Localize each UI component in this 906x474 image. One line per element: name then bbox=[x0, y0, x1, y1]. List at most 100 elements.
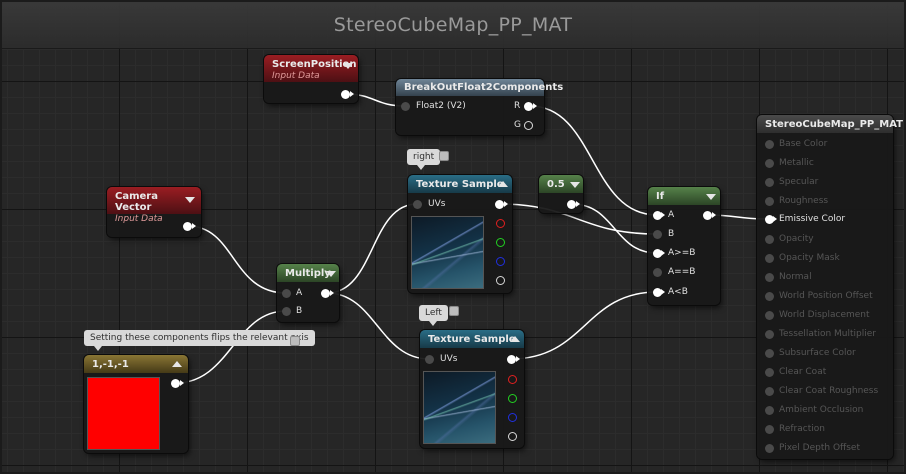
red-output-pin[interactable] bbox=[496, 219, 505, 228]
texture-right-comment-text: right bbox=[413, 152, 435, 162]
comment-pin-icon[interactable] bbox=[449, 306, 459, 316]
texture-preview-thumbnail bbox=[423, 371, 496, 444]
pixel-depth-offset-label: Pixel Depth Offset bbox=[779, 443, 860, 453]
color-preview-swatch bbox=[87, 377, 160, 450]
r-output-label: R bbox=[514, 101, 521, 111]
normal-pin[interactable] bbox=[765, 273, 774, 282]
texture-preview-thumbnail bbox=[411, 216, 484, 289]
refraction-pin[interactable] bbox=[765, 425, 774, 434]
if-node[interactable]: If A B A>=B A==B A<B bbox=[648, 187, 720, 305]
output-pin-arrow-icon bbox=[192, 223, 196, 229]
if-agteb-label: A>=B bbox=[668, 248, 696, 258]
texture-left-header[interactable]: Texture Sample bbox=[420, 330, 524, 348]
breakout-header[interactable]: BreakOutFloat2Components bbox=[396, 79, 563, 96]
roughness-pin[interactable] bbox=[765, 197, 774, 206]
collapse-arrow-icon[interactable] bbox=[570, 182, 580, 188]
constant3-node[interactable]: 1,-1,-1 bbox=[84, 355, 188, 453]
collapse-arrow-icon[interactable] bbox=[172, 361, 182, 367]
material-output-title: StereoCubeMap_PP_MAT bbox=[765, 119, 903, 130]
pin-arrow-icon bbox=[661, 289, 665, 295]
subsurface-color-pin[interactable] bbox=[765, 349, 774, 358]
rgb-output-pin[interactable] bbox=[495, 200, 504, 209]
r-output-pin[interactable] bbox=[524, 102, 533, 111]
green-output-pin[interactable] bbox=[496, 238, 505, 247]
specular-pin[interactable] bbox=[765, 178, 774, 187]
world-displacement-pin[interactable] bbox=[765, 311, 774, 320]
if-title: If bbox=[656, 191, 665, 202]
world-position-offset-label: World Position Offset bbox=[779, 291, 873, 301]
alpha-output-pin[interactable] bbox=[508, 432, 517, 441]
green-output-pin[interactable] bbox=[508, 394, 517, 403]
texture-right-comment[interactable]: right bbox=[407, 149, 441, 170]
wire-camera-multiply-a bbox=[187, 225, 287, 294]
collapse-arrow-icon[interactable] bbox=[185, 197, 195, 203]
if-b-input-pin[interactable] bbox=[653, 230, 662, 239]
g-output-pin[interactable] bbox=[524, 121, 533, 130]
output-pin-arrow-icon bbox=[712, 212, 716, 218]
base-color-pin[interactable] bbox=[765, 140, 774, 149]
blue-output-pin[interactable] bbox=[496, 257, 505, 266]
texture-sample-right-node[interactable]: Texture Sample UVs bbox=[408, 175, 512, 293]
collapse-arrow-icon[interactable] bbox=[498, 181, 508, 187]
output-pin[interactable] bbox=[703, 211, 712, 220]
wire-scalar-ifagteb bbox=[571, 203, 658, 254]
pin-arrow-icon bbox=[661, 212, 665, 218]
scalar-node[interactable]: 0.5 bbox=[539, 175, 583, 213]
float2-input-pin[interactable] bbox=[401, 102, 410, 111]
emissive-color-label: Emissive Color bbox=[779, 214, 846, 224]
metallic-pin[interactable] bbox=[765, 159, 774, 168]
b-input-pin[interactable] bbox=[282, 307, 291, 316]
collapse-arrow-icon[interactable] bbox=[510, 336, 520, 342]
red-output-pin[interactable] bbox=[508, 375, 517, 384]
a-input-label: A bbox=[296, 288, 303, 298]
constant-comment-bubble[interactable]: Setting these components flips the relev… bbox=[84, 330, 315, 351]
output-pin[interactable] bbox=[171, 379, 180, 388]
pixel-depth-offset-pin[interactable] bbox=[765, 444, 774, 453]
comment-pin-icon[interactable] bbox=[439, 151, 449, 161]
tessellation-multiplier-pin[interactable] bbox=[765, 330, 774, 339]
material-output-header[interactable]: StereoCubeMap_PP_MAT bbox=[757, 115, 903, 133]
if-a-label: A bbox=[668, 210, 675, 220]
output-pin[interactable] bbox=[567, 200, 576, 209]
alpha-output-pin[interactable] bbox=[496, 276, 505, 285]
if-aeqb-input-pin[interactable] bbox=[653, 268, 662, 277]
camera-vector-node[interactable]: Camera Vector Input Data bbox=[107, 187, 201, 237]
collapse-arrow-icon[interactable] bbox=[326, 271, 336, 277]
constant3-title: 1,-1,-1 bbox=[92, 359, 129, 370]
clear-coat-pin[interactable] bbox=[765, 368, 774, 377]
a-input-pin[interactable] bbox=[282, 289, 291, 298]
output-pin[interactable] bbox=[183, 222, 192, 231]
collapse-arrow-icon[interactable] bbox=[706, 194, 716, 200]
collapse-arrow-icon[interactable] bbox=[343, 63, 353, 69]
uvs-input-label: UVs bbox=[428, 199, 446, 209]
float2-input-label: Float2 (V2) bbox=[416, 101, 466, 111]
output-pin[interactable] bbox=[341, 90, 350, 99]
multiply-node[interactable]: Multiply A B bbox=[277, 264, 339, 322]
wire-const-multiply-b bbox=[175, 310, 287, 384]
opacity-pin[interactable] bbox=[765, 235, 774, 244]
clear-coat-roughness-pin[interactable] bbox=[765, 387, 774, 396]
uvs-input-pin[interactable] bbox=[425, 355, 434, 364]
texture-left-title: Texture Sample bbox=[428, 334, 516, 345]
uvs-input-pin[interactable] bbox=[413, 200, 422, 209]
breakout-float2-node[interactable]: BreakOutFloat2Components Float2 (V2) R G bbox=[396, 79, 563, 135]
specular-label: Specular bbox=[779, 177, 819, 187]
rgb-output-pin[interactable] bbox=[507, 355, 516, 364]
scalar-title: 0.5 bbox=[547, 179, 565, 190]
camera-vector-title: Camera Vector bbox=[115, 191, 158, 213]
output-pin[interactable] bbox=[321, 289, 330, 298]
texture-left-comment[interactable]: Left bbox=[419, 305, 448, 326]
texture-right-header[interactable]: Texture Sample bbox=[408, 175, 512, 193]
screen-position-node[interactable]: ScreenPosition Input Data bbox=[264, 55, 358, 103]
world-position-offset-pin[interactable] bbox=[765, 292, 774, 301]
blue-output-pin[interactable] bbox=[508, 413, 517, 422]
world-displacement-label: World Displacement bbox=[779, 310, 870, 320]
normal-label: Normal bbox=[779, 272, 812, 282]
opacity-mask-label: Opacity Mask bbox=[779, 253, 840, 263]
texture-sample-left-node[interactable]: Texture Sample UVs bbox=[420, 330, 524, 448]
wire-multiply-texright bbox=[326, 203, 418, 294]
comment-pin-icon[interactable] bbox=[290, 336, 300, 346]
material-output-node[interactable]: StereoCubeMap_PP_MAT Base Color Metallic… bbox=[757, 115, 903, 459]
opacity-mask-pin[interactable] bbox=[765, 254, 774, 263]
ambient-occlusion-pin[interactable] bbox=[765, 406, 774, 415]
